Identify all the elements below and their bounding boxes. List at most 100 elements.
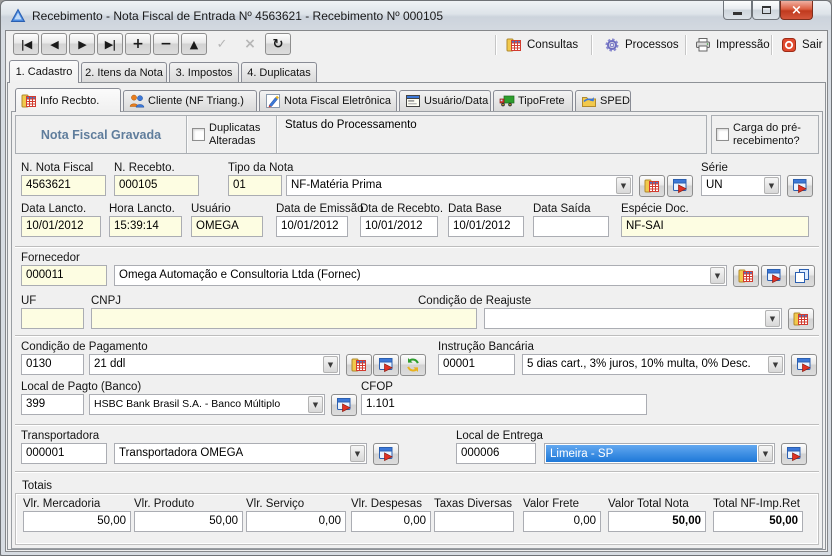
condicao-reajuste-select[interactable]: ▼ xyxy=(484,308,782,329)
chevron-down-icon[interactable]: ▼ xyxy=(758,445,773,462)
nav-last-button[interactable]: ▶| xyxy=(97,33,123,55)
tab-cadastro[interactable]: 1. Cadastro xyxy=(9,60,79,83)
local-entrega-select[interactable]: Limeira - SP ▼ xyxy=(544,443,775,464)
nav-refresh-button[interactable]: ↻ xyxy=(265,33,291,55)
subtab-tipofrete[interactable]: TipoFrete xyxy=(493,90,573,111)
instrucao-bancaria-goto-button[interactable] xyxy=(791,354,817,376)
tab-duplicatas[interactable]: 4. Duplicatas xyxy=(241,62,317,82)
fornecedor-copy-button[interactable] xyxy=(789,265,815,287)
taxas-diversas-input[interactable] xyxy=(434,511,514,532)
fornecedor-select[interactable]: Omega Automação e Consultoria Ltda (Forn… xyxy=(114,265,727,286)
hora-lancto-input[interactable]: 15:39:14 xyxy=(109,216,182,237)
fornecedor-lookup-button[interactable] xyxy=(733,265,759,287)
tipo-da-nota-lookup-button[interactable] xyxy=(639,175,665,197)
tipo-da-nota-select[interactable]: NF-Matéria Prima ▼ xyxy=(286,175,633,196)
data-saida-input[interactable] xyxy=(533,216,609,237)
instrucao-bancaria-select[interactable]: 5 dias cart., 3% juros, 10% multa, 0% De… xyxy=(522,354,785,375)
vlr-despesas-input[interactable]: 0,00 xyxy=(351,511,431,532)
instrucao-bancaria-code-input[interactable]: 00001 xyxy=(438,354,515,375)
n-recebto-input[interactable]: 000105 xyxy=(114,175,199,196)
nav-post-button[interactable]: ✓ xyxy=(209,33,235,55)
chevron-down-icon[interactable]: ▼ xyxy=(323,356,338,373)
nav-edit-button[interactable]: ▲ xyxy=(181,33,207,55)
chevron-down-icon[interactable]: ▼ xyxy=(308,396,323,413)
taxas-diversas-label: Taxas Diversas xyxy=(434,498,512,511)
fornecedor-label: Fornecedor xyxy=(21,252,80,265)
carga-pre-recebimento-label: Carga do pré-recebimento? xyxy=(733,122,809,148)
title-bar[interactable]: Recebimento - Nota Fiscal de Entrada Nº … xyxy=(1,1,831,30)
chevron-down-icon[interactable]: ▼ xyxy=(616,177,631,194)
usuario-input[interactable]: OMEGA xyxy=(191,216,263,237)
transportadora-select[interactable]: Transportadora OMEGA ▼ xyxy=(114,443,367,464)
sair-button[interactable]: Sair xyxy=(778,34,825,56)
local-entrega-goto-button[interactable] xyxy=(781,443,807,465)
vlr-mercadoria-input[interactable]: 50,00 xyxy=(23,511,131,532)
dta-recebto-input[interactable]: 10/01/2012 xyxy=(360,216,438,237)
chevron-down-icon[interactable]: ▼ xyxy=(350,445,365,462)
section-divider xyxy=(15,246,819,248)
especie-doc-input[interactable]: NF-SAI xyxy=(621,216,809,237)
uf-input[interactable] xyxy=(21,308,84,329)
tipo-da-nota-goto-button[interactable] xyxy=(667,175,693,197)
vlr-produto-input[interactable]: 50,00 xyxy=(134,511,243,532)
nav-cancel-button[interactable]: × xyxy=(237,33,263,55)
vlr-servico-input[interactable]: 0,00 xyxy=(246,511,346,532)
cfop-input[interactable]: 1.101 xyxy=(361,394,647,415)
chevron-down-icon[interactable]: ▼ xyxy=(764,177,779,194)
local-pagto-code-input[interactable]: 399 xyxy=(21,394,84,415)
nav-delete-button[interactable]: − xyxy=(153,33,179,55)
tab-impostos[interactable]: 3. Impostos xyxy=(169,62,239,82)
minimize-button[interactable] xyxy=(723,1,752,20)
consultas-button[interactable]: Consultas xyxy=(503,34,581,56)
condicao-pagamento-code-input[interactable]: 0130 xyxy=(21,354,84,375)
duplicatas-alteradas-checkbox[interactable] xyxy=(192,128,205,141)
condicao-pagamento-lookup-button[interactable] xyxy=(346,354,372,376)
processos-button[interactable]: Processos xyxy=(601,34,682,56)
subtab-usuario-data[interactable]: Usuário/Data xyxy=(399,90,491,111)
nav-insert-button[interactable]: + xyxy=(125,33,151,55)
tab-itens-da-nota[interactable]: 2. Itens da Nota xyxy=(81,62,167,82)
vlr-mercadoria-label: Vlr. Mercadoria xyxy=(23,498,100,511)
data-emissao-input[interactable]: 10/01/2012 xyxy=(276,216,348,237)
impressao-button[interactable]: Impressão xyxy=(692,34,773,56)
valor-total-nota-input[interactable]: 50,00 xyxy=(608,511,706,532)
uf-label: UF xyxy=(21,295,36,308)
fornecedor-code-input[interactable]: 000011 xyxy=(21,265,107,286)
condicao-reajuste-lookup-button[interactable] xyxy=(788,308,814,330)
transportadora-code-input[interactable]: 000001 xyxy=(21,443,107,464)
close-button[interactable]: × xyxy=(780,1,813,20)
condicao-pagamento-goto-button[interactable] xyxy=(373,354,399,376)
tipo-da-nota-code-input[interactable]: 01 xyxy=(228,175,282,196)
local-entrega-code-input[interactable]: 000006 xyxy=(456,443,536,464)
chevron-down-icon[interactable]: ▼ xyxy=(768,356,783,373)
valor-frete-input[interactable]: 0,00 xyxy=(523,511,601,532)
fornecedor-goto-button[interactable] xyxy=(761,265,787,287)
transportadora-goto-button[interactable] xyxy=(373,443,399,465)
nav-next-button[interactable]: ▶ xyxy=(69,33,95,55)
n-nota-fiscal-input[interactable]: 4563621 xyxy=(21,175,106,196)
data-base-input[interactable]: 10/01/2012 xyxy=(448,216,524,237)
toolbar-separator xyxy=(685,35,687,55)
truck-icon xyxy=(499,93,515,109)
condicao-pagamento-refresh-button[interactable] xyxy=(400,354,426,376)
total-nf-imp-ret-input[interactable]: 50,00 xyxy=(713,511,803,532)
carga-pre-recebimento-panel: Carga do pré-recebimento? xyxy=(711,115,819,154)
subtab-nota-fiscal-eletronica[interactable]: Nota Fiscal Eletrônica xyxy=(259,90,397,111)
data-lancto-input[interactable]: 10/01/2012 xyxy=(21,216,101,237)
subtab-info-recbto[interactable]: Info Recbto. xyxy=(15,88,121,112)
local-pagto-select[interactable]: HSBC Bank Brasil S.A. - Banco Múltiplo ▼ xyxy=(89,394,325,415)
chevron-down-icon[interactable]: ▼ xyxy=(710,267,725,284)
chevron-down-icon[interactable]: ▼ xyxy=(765,310,780,327)
serie-select[interactable]: UN ▼ xyxy=(701,175,781,196)
condicao-pagamento-select[interactable]: 21 ddl ▼ xyxy=(89,354,340,375)
serie-goto-button[interactable] xyxy=(787,175,813,197)
cnpj-input[interactable] xyxy=(91,308,477,329)
nav-first-button[interactable]: |◀ xyxy=(13,33,39,55)
subtab-sped[interactable]: SPED xyxy=(575,90,631,111)
subtab-cliente-nf-triang[interactable]: Cliente (NF Triang.) xyxy=(123,90,257,111)
nota-fiscal-status-cell: Nota Fiscal Gravada xyxy=(16,116,186,153)
nav-prior-button[interactable]: ◀ xyxy=(41,33,67,55)
carga-pre-recebimento-checkbox[interactable] xyxy=(716,128,729,141)
maximize-button[interactable] xyxy=(752,1,780,20)
local-pagto-goto-button[interactable] xyxy=(331,394,357,416)
